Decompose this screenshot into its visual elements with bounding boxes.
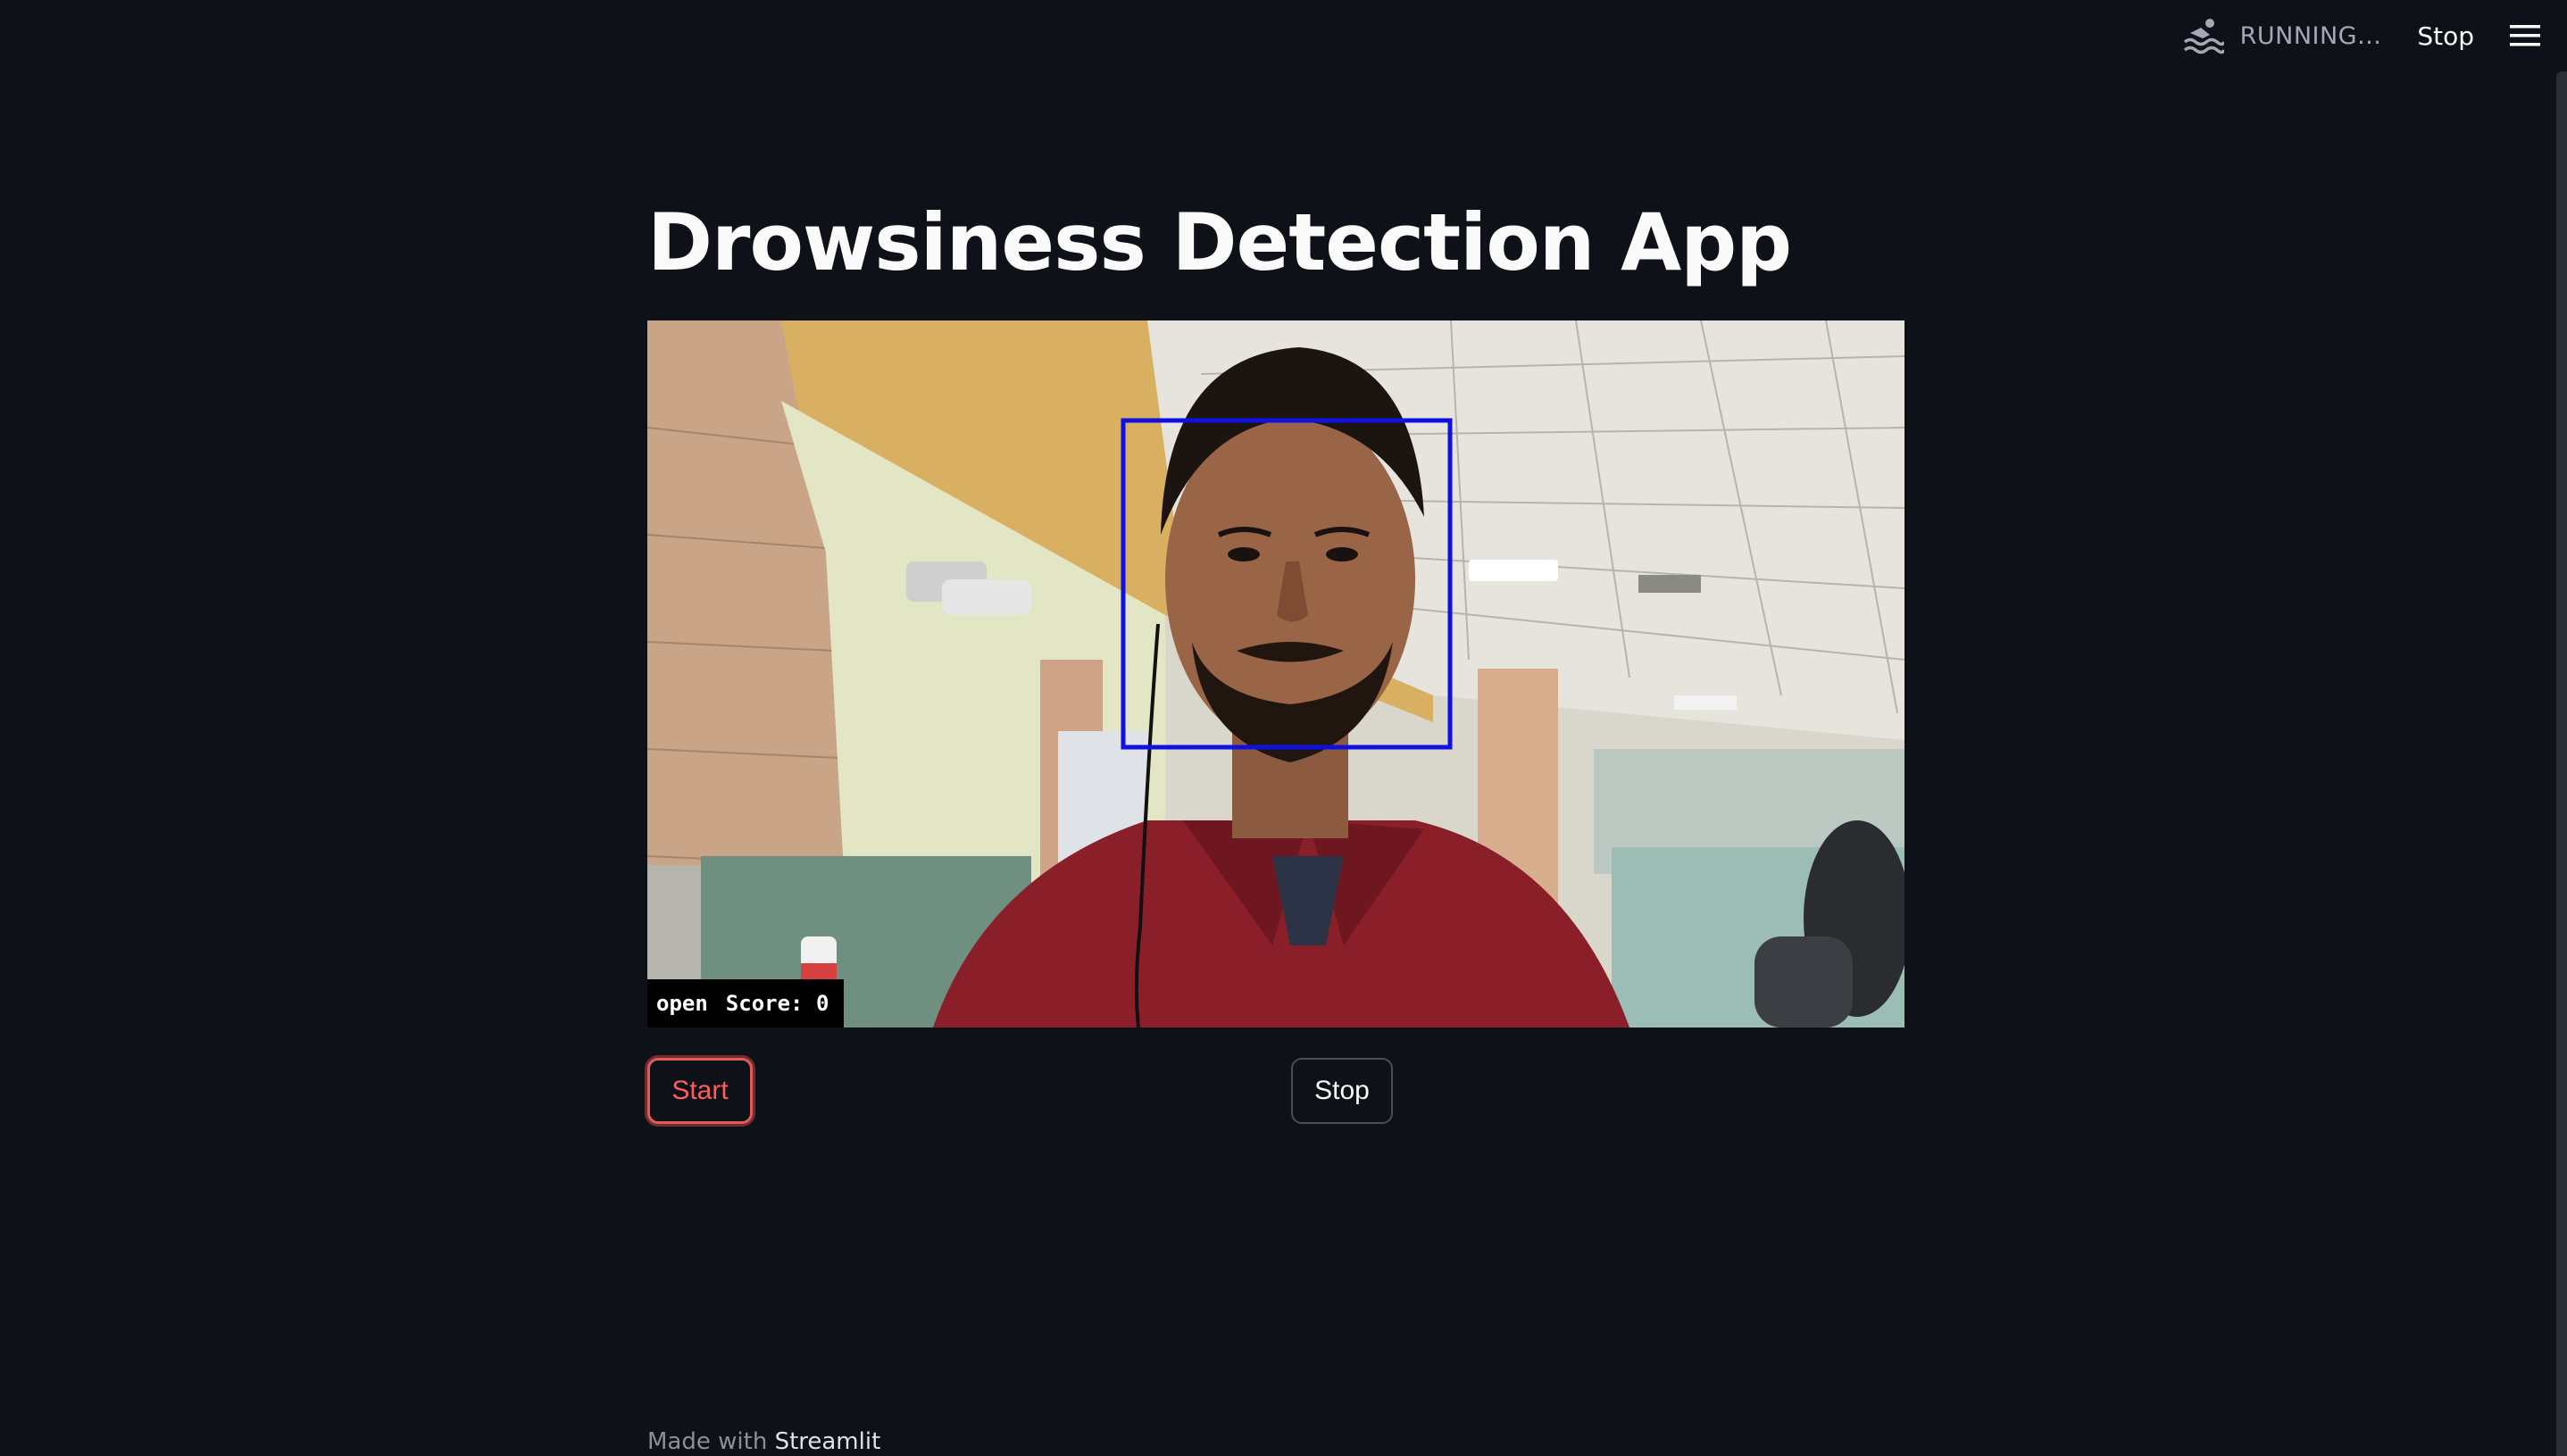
score-label: Score: 0: [725, 991, 829, 1016]
footer: Made with Streamlit: [647, 1428, 880, 1455]
stop-run-button[interactable]: Stop: [2417, 21, 2474, 51]
running-indicator: RUNNING...: [2183, 17, 2382, 54]
hamburger-menu-icon[interactable]: [2510, 24, 2540, 47]
eye-state-label: open: [656, 991, 708, 1016]
app-page: RUNNING... Stop Drowsiness Detection App: [0, 0, 2567, 1456]
detection-overlay: open Score: 0: [647, 979, 844, 1028]
stop-button[interactable]: Stop: [1291, 1058, 1393, 1124]
swimmer-icon: [2183, 17, 2224, 54]
running-label: RUNNING...: [2239, 21, 2382, 50]
streamlit-link[interactable]: Streamlit: [775, 1428, 881, 1455]
start-button[interactable]: Start: [647, 1058, 753, 1124]
webcam-frame: open Score: 0: [647, 320, 1904, 1028]
page-title: Drowsiness Detection App: [647, 196, 1792, 288]
footer-prefix: Made with: [647, 1428, 768, 1455]
webcam-image: [647, 320, 1904, 1028]
page-scrollbar[interactable]: [2556, 71, 2567, 1456]
status-bar: RUNNING... Stop: [2183, 12, 2540, 59]
